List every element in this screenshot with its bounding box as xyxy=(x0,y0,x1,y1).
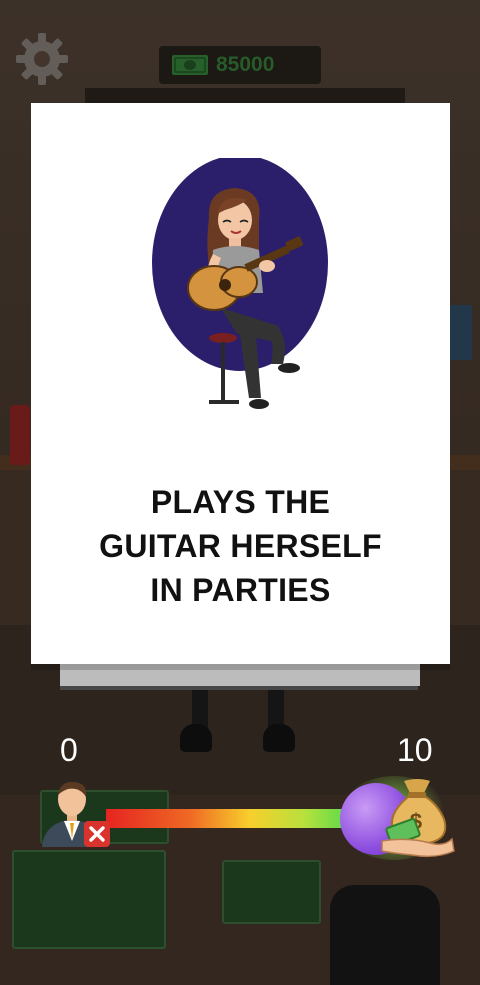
trait-line-1: PLAYS THE xyxy=(150,484,331,520)
gear-icon[interactable] xyxy=(15,32,69,86)
score-meter-bar xyxy=(106,809,354,828)
score-min-label: 0 xyxy=(60,732,78,768)
score-max-label: 10 xyxy=(397,732,433,768)
money-value: 85000 xyxy=(216,53,275,76)
woman-playing-guitar-illustration xyxy=(151,155,331,418)
close-x-icon xyxy=(84,821,110,847)
trait-text: PLAYS THE GUITAR HERSELF IN PARTIES xyxy=(31,480,450,612)
trait-line-3: IN PARTIES xyxy=(150,572,331,608)
money-bag-hand-icon: $ xyxy=(378,777,456,859)
card-shadow xyxy=(60,664,420,686)
trait-line-2: GUITAR HERSELF xyxy=(99,528,382,564)
dollar-bill-icon xyxy=(171,54,209,76)
trait-card[interactable]: PLAYS THE GUITAR HERSELF IN PARTIES xyxy=(31,103,450,664)
